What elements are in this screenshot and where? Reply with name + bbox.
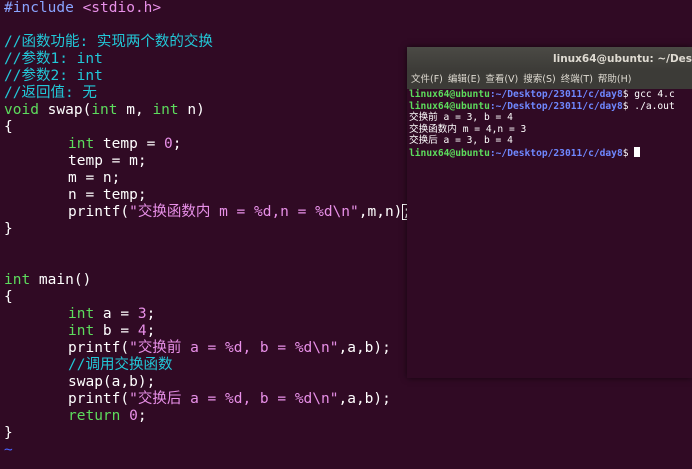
code-line: printf("交换函数内 m = %d,n = %d\n",m,n); [4,204,412,221]
code-line: return 0; [4,408,147,425]
terminal-title: linux64@ubuntu: ~/Desktop/23011/c/day8 [553,53,692,65]
type-keyword: int [4,272,31,288]
code-text: temp = [94,136,165,152]
prompt-path: :~/Desktop/23011/c/day8 [489,147,623,159]
terminal-output-line: 交换函数内 m = 4,n = 3 [409,123,527,135]
number-literal: 4 [137,323,147,339]
terminal-command: gcc 4.c [628,89,675,100]
empty-line-marker: ~ [4,442,13,458]
code-line: m = n; [68,170,121,186]
code-text: a = [94,306,138,322]
preprocessor: #include [4,0,74,16]
code-text: ; [137,408,147,424]
comment-line: //返回值: 无 [4,85,97,101]
menu-edit[interactable]: 编辑(E) [448,74,480,85]
terminal-command: ./a.out [628,100,675,112]
code-line: temp = m; [68,153,147,169]
number-literal: 3 [137,306,147,322]
comment-line: //调用交换函数 [68,357,173,373]
terminal-titlebar[interactable]: linux64@ubuntu: ~/Desktop/23011/c/day8 [407,47,692,71]
terminal-cursor [634,146,641,157]
code-text: ; [172,136,182,152]
type-keyword: int [68,306,95,322]
menu-file[interactable]: 文件(F) [411,74,443,85]
terminal-line: linux64@ubuntu:~/Desktop/23011/c/day8$ [409,146,690,159]
type-keyword: void [4,102,39,118]
type-keyword: int [152,102,179,118]
string-literal: "交换后 a = %d, b = %d\n" [129,391,339,407]
code-text: printf( [68,340,130,356]
code-line: printf("交换后 a = %d, b = %d\n",a,b); [4,391,391,408]
menu-help[interactable]: 帮助(H) [598,74,632,85]
code-line: int b = 4; [4,323,155,340]
prompt-user: linux64@ubuntu [409,147,490,159]
menu-terminal[interactable]: 终端(T) [561,74,593,85]
terminal-output-line: 交换前 a = 3, b = 4 [409,112,513,123]
number-literal: 0 [164,136,173,152]
type-keyword: int [68,136,95,152]
code-line: printf("交换前 a = %d, b = %d\n",a,b); [4,340,391,357]
code-text: b = [94,323,138,339]
terminal-window[interactable]: linux64@ubuntu: ~/Desktop/23011/c/day8 文… [407,47,692,378]
code-line: int a = 3; [4,306,155,323]
string-literal: "交换函数内 m = %d,n = %d\n" [129,204,359,220]
brace: { [4,119,13,135]
code-text: swap( [38,102,92,118]
code-line: swap(a,b); [68,374,156,390]
prompt-user: linux64@ubuntu [409,100,490,112]
code-text: m, [117,102,153,118]
code-text: ; [146,306,156,322]
brace: } [4,425,13,441]
code-text: ,m,n) [358,204,403,220]
prompt-user: linux64@ubuntu [409,89,490,100]
brace: } [4,221,13,237]
type-keyword: int [68,323,95,339]
code-text: printf( [68,204,130,220]
comment-line: //函数功能: 实现两个数的交换 [4,34,213,50]
function-signature: int main() [4,272,91,289]
menu-view[interactable]: 查看(V) [485,74,518,85]
code-text: n) [178,102,205,118]
terminal-menubar: 文件(F) 编辑(E) 查看(V) 搜索(S) 终端(T) 帮助(H) [407,71,692,89]
string-literal: "交换前 a = %d, b = %d\n" [129,340,339,356]
include-path: <stdio.h> [82,0,162,16]
code-line: #include <stdio.h> [4,0,161,17]
terminal-line: linux64@ubuntu:~/Desktop/23011/c/day8$ .… [409,101,690,113]
brace: { [4,289,13,305]
comment-line: //参数1: int [4,51,103,67]
code-text: main() [30,272,92,288]
number-literal: 0 [129,408,138,424]
code-text: ,a,b); [338,340,391,356]
code-line: n = temp; [68,187,147,203]
return-keyword: return [68,408,121,424]
type-keyword: int [91,102,118,118]
terminal-line: linux64@ubuntu:~/Desktop/23011/c/day8$ g… [409,89,690,101]
prompt-path: :~/Desktop/23011/c/day8 [489,89,623,100]
menu-search[interactable]: 搜索(S) [523,74,555,85]
function-signature: void swap(int m, int n) [4,102,205,119]
code-line: int temp = 0; [4,136,182,153]
code-text: ,a,b); [338,391,391,407]
prompt-path: :~/Desktop/23011/c/day8 [489,100,623,112]
comment-line: //参数2: int [4,68,103,84]
code-text: ; [146,323,156,339]
terminal-output-line: 交换后 a = 3, b = 4 [409,135,513,146]
terminal-output[interactable]: linux64@ubuntu:~/Desktop/23011/c/day8$ g… [407,89,692,159]
code-text: printf( [68,391,130,407]
